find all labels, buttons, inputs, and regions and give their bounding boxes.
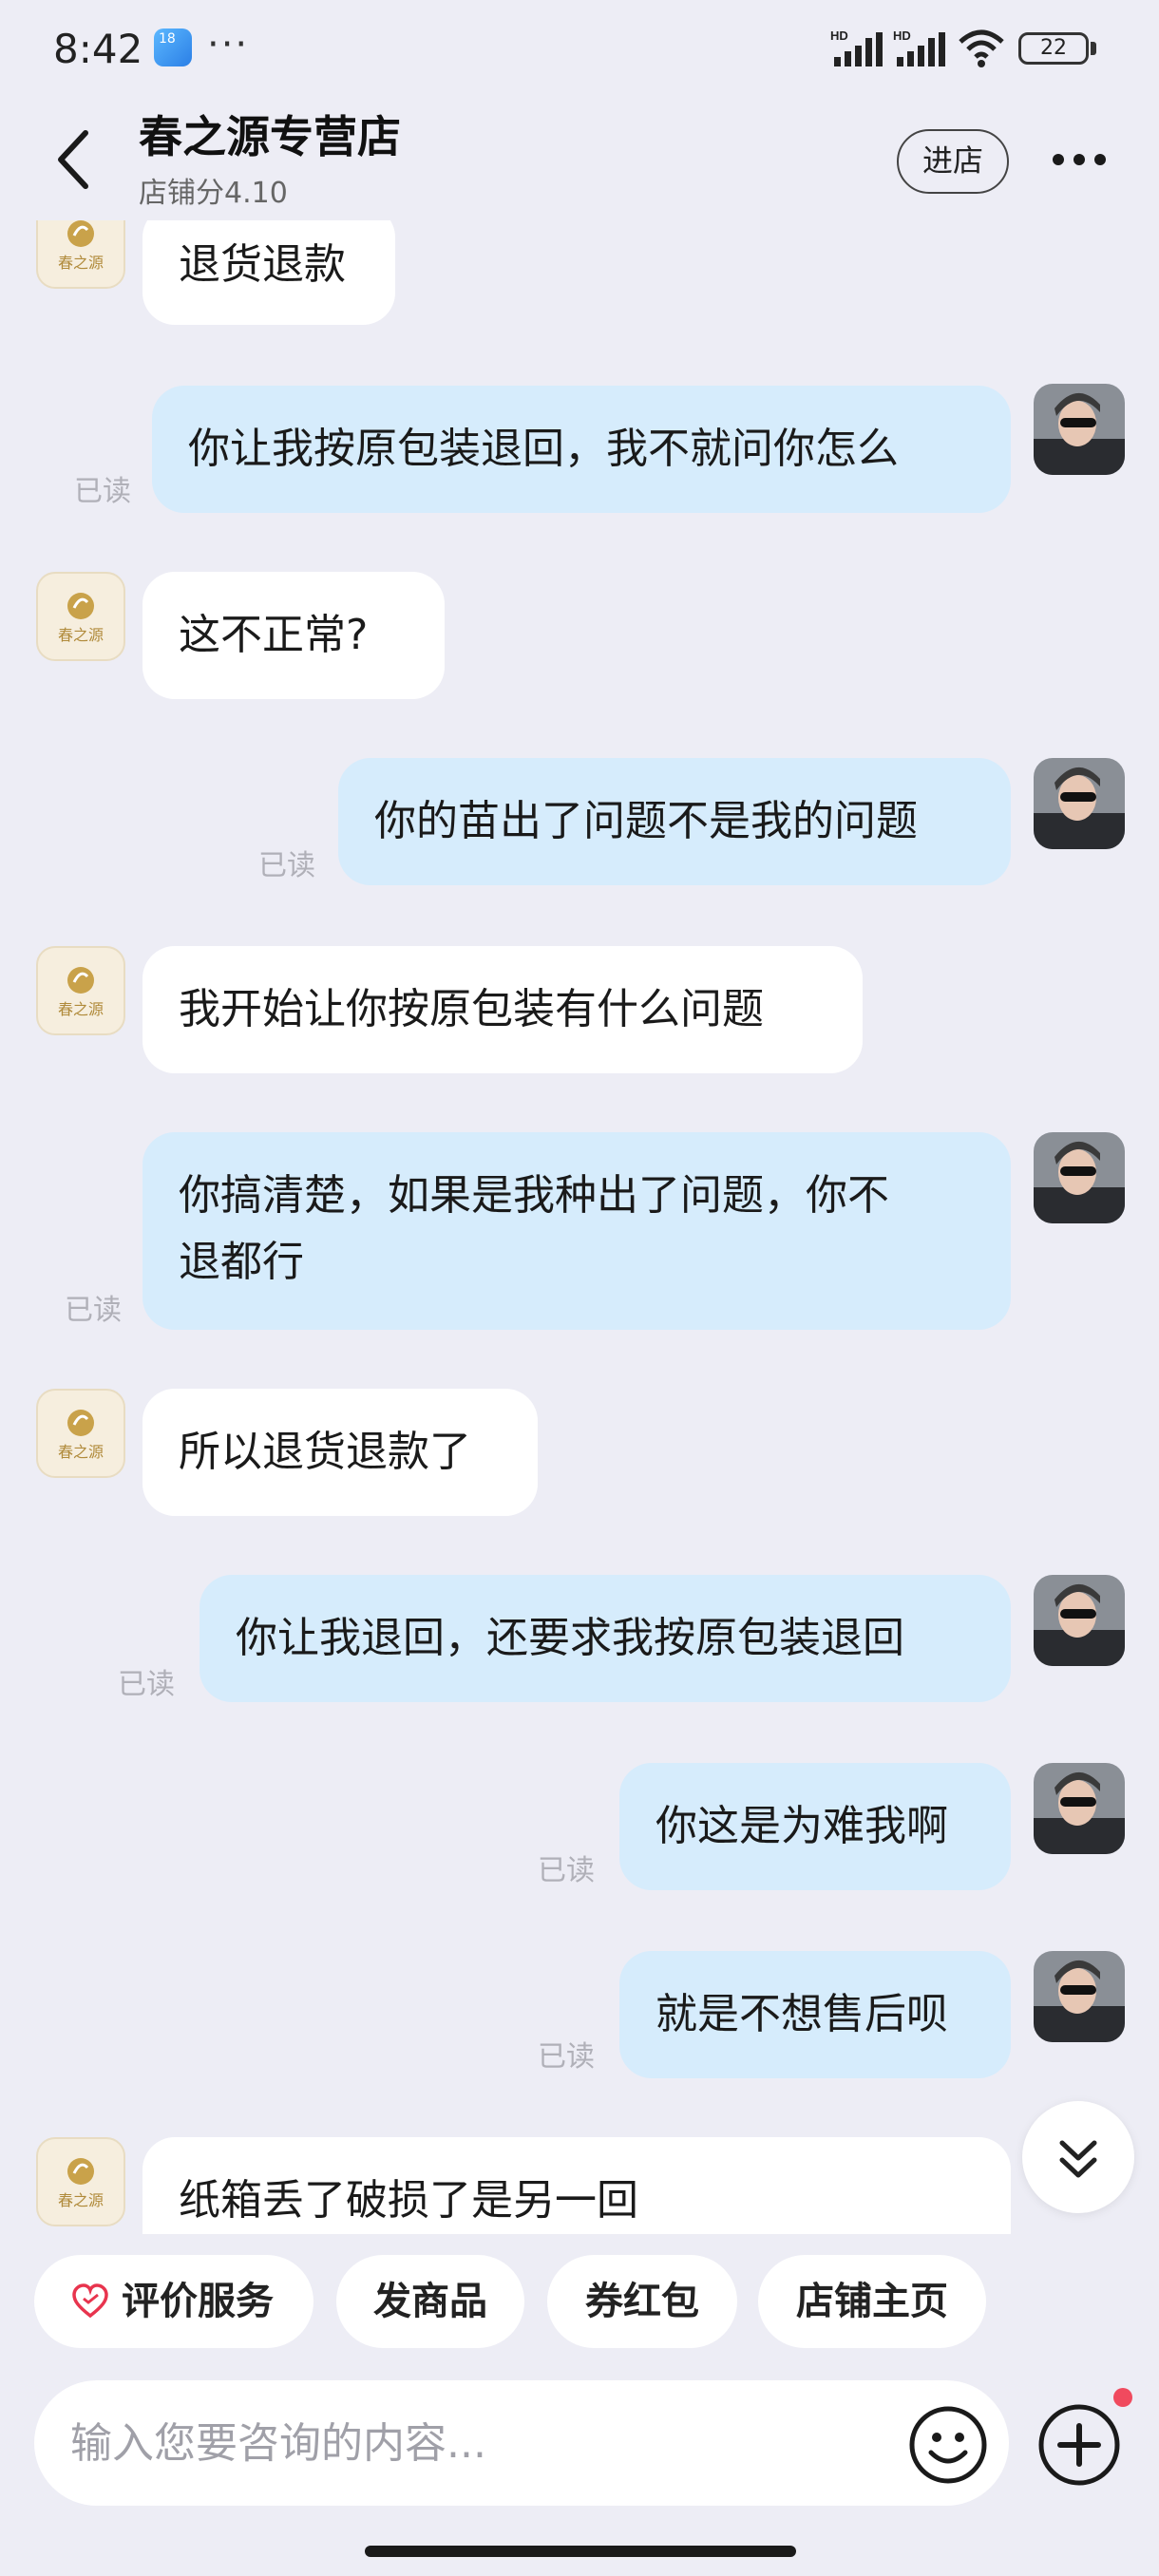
status-more-icon: ··· xyxy=(207,23,250,66)
my-message-bubble[interactable]: 就是不想售后呗 xyxy=(619,1951,1011,2078)
my-message-bubble[interactable]: 你让我退回，还要求我按原包装退回 xyxy=(200,1575,1011,1702)
message-text: 这不正常? xyxy=(179,611,369,659)
read-receipt: 已读 xyxy=(538,2040,595,2074)
message-text: 退都行 xyxy=(179,1238,304,1286)
battery-indicator: 22 xyxy=(1018,32,1089,65)
send-product-chip[interactable]: 发商品 xyxy=(336,2255,524,2348)
shop-logo-text: 春之源 xyxy=(58,626,104,644)
message-text: 退货退款 xyxy=(179,240,346,289)
svg-text:HD: HD xyxy=(893,28,911,43)
emoji-icon[interactable] xyxy=(908,2405,988,2485)
shop-logo-text: 春之源 xyxy=(58,1000,104,1018)
shop-message-bubble[interactable]: 纸箱丢了破损了是另一回 xyxy=(142,2137,1011,2234)
shop-message-bubble[interactable]: 这不正常? xyxy=(142,572,445,699)
message-text: 你的苗出了问题不是我的问题 xyxy=(374,797,918,845)
shop-avatar[interactable]: 春之源 xyxy=(36,946,125,1035)
message-text: 你这是为难我啊 xyxy=(656,1802,948,1850)
my-avatar[interactable] xyxy=(1034,1575,1125,1666)
shop-avatar[interactable]: 春之源 xyxy=(36,2137,125,2226)
my-avatar[interactable] xyxy=(1034,1132,1125,1223)
chip-label: 券红包 xyxy=(585,2280,699,2323)
add-plus-icon[interactable] xyxy=(1037,2403,1121,2487)
chip-label: 店铺主页 xyxy=(796,2280,948,2323)
my-message-bubble[interactable]: 你这是为难我啊 xyxy=(619,1763,1011,1890)
coupon-chip[interactable]: 券红包 xyxy=(547,2255,737,2348)
message-text: 你搞清楚，如果是我种出了问题，你不 xyxy=(179,1171,889,1220)
chip-label: 发商品 xyxy=(373,2280,487,2323)
my-avatar[interactable] xyxy=(1034,1951,1125,2042)
shop-message-bubble[interactable]: 退货退款 xyxy=(142,220,395,325)
chip-label: 评价服务 xyxy=(122,2280,274,2323)
my-message-bubble[interactable]: 你的苗出了问题不是我的问题 xyxy=(338,758,1011,885)
more-menu-icon[interactable] xyxy=(1049,141,1110,179)
status-time: 8:42 xyxy=(53,26,143,72)
message-text: 我开始让你按原包装有什么问题 xyxy=(179,985,764,1033)
message-text: 你让我按原包装退回，我不就问你怎么 xyxy=(188,425,899,473)
chat-message-list[interactable]: 春之源 退货退款 已读 你让我按原包装退回，我不就问你怎么 春之源 这不正常? … xyxy=(0,220,1159,2234)
notification-dot xyxy=(1113,2388,1132,2407)
my-avatar[interactable] xyxy=(1034,1763,1125,1854)
read-receipt: 已读 xyxy=(74,475,131,508)
signal-icon: HD xyxy=(830,28,883,66)
message-text: 所以退货退款了 xyxy=(179,1428,471,1476)
battery-tip xyxy=(1091,42,1096,55)
shop-message-bubble[interactable]: 所以退货退款了 xyxy=(142,1389,538,1516)
back-arrow-icon[interactable] xyxy=(55,129,93,190)
my-message-bubble[interactable]: 你搞清楚，如果是我种出了问题，你不 退都行 xyxy=(142,1132,1011,1330)
shop-title: 春之源专营店 xyxy=(139,111,401,162)
read-receipt: 已读 xyxy=(258,849,315,882)
read-receipt: 已读 xyxy=(65,1294,122,1327)
input-placeholder: 输入您要咨询的内容... xyxy=(70,2419,486,2468)
shop-avatar[interactable]: 春之源 xyxy=(36,220,125,289)
heart-icon xyxy=(72,2283,108,2319)
my-avatar[interactable] xyxy=(1034,384,1125,475)
double-chevron-down-icon xyxy=(1059,2140,1097,2178)
shop-logo-text: 春之源 xyxy=(58,1443,104,1461)
message-text: 纸箱丢了破损了是另一回 xyxy=(179,2176,638,2225)
home-indicator[interactable] xyxy=(365,2546,796,2557)
my-avatar[interactable] xyxy=(1034,758,1125,849)
wifi-icon xyxy=(959,29,1004,67)
scroll-to-bottom-button[interactable] xyxy=(1022,2101,1134,2213)
shop-logo-text: 春之源 xyxy=(58,2191,104,2209)
signal-icon: HD xyxy=(893,28,945,66)
shop-avatar[interactable]: 春之源 xyxy=(36,572,125,661)
shop-logo-text: 春之源 xyxy=(58,254,104,272)
read-receipt: 已读 xyxy=(118,1668,175,1701)
message-text: 你让我退回，还要求我按原包装退回 xyxy=(236,1614,904,1662)
shop-score: 店铺分4.10 xyxy=(139,177,288,210)
read-receipt: 已读 xyxy=(538,1854,595,1887)
weather-badge-icon: 18 xyxy=(154,28,192,66)
svg-text:HD: HD xyxy=(830,28,848,43)
shop-home-chip[interactable]: 店铺主页 xyxy=(758,2255,986,2348)
enter-shop-button[interactable]: 进店 xyxy=(897,129,1009,194)
shop-message-bubble[interactable]: 我开始让你按原包装有什么问题 xyxy=(142,946,863,1073)
my-message-bubble[interactable]: 你让我按原包装退回，我不就问你怎么 xyxy=(152,386,1011,513)
shop-avatar[interactable]: 春之源 xyxy=(36,1389,125,1478)
message-text: 就是不想售后呗 xyxy=(656,1990,948,2038)
